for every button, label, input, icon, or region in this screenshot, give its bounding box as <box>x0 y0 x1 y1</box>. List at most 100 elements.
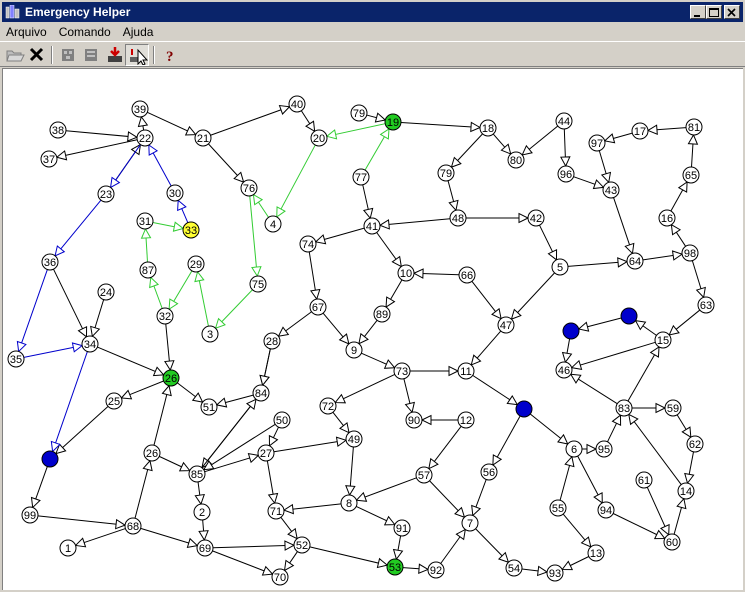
minimize-button[interactable] <box>690 5 706 19</box>
graph-node[interactable]: 55 <box>549 499 567 517</box>
graph-node[interactable]: 77 <box>352 168 370 186</box>
graph-node[interactable]: 69 <box>196 539 214 557</box>
graph-node[interactable]: 71 <box>267 502 285 520</box>
graph-node[interactable]: 64 <box>626 252 644 270</box>
graph-node[interactable]: 33 <box>182 221 200 239</box>
graph-node[interactable]: 36 <box>41 253 59 271</box>
graph-node[interactable]: 84 <box>252 384 270 402</box>
graph-node[interactable]: 99 <box>21 506 39 524</box>
graph-node[interactable]: 43 <box>602 181 620 199</box>
menu-comando[interactable]: Comando <box>53 25 117 39</box>
network-a-icon[interactable] <box>57 45 79 65</box>
menu-ajuda[interactable]: Ajuda <box>117 25 160 39</box>
graph-node[interactable]: 1 <box>59 539 77 557</box>
graph-node[interactable]: 63 <box>697 296 715 314</box>
graph-node[interactable]: 5 <box>551 258 569 276</box>
graph-node[interactable]: 96 <box>557 165 575 183</box>
blue-node[interactable] <box>41 450 59 468</box>
graph-node[interactable]: 75 <box>249 275 267 293</box>
graph-node[interactable]: 95 <box>595 440 613 458</box>
graph-node[interactable]: 30 <box>166 184 184 202</box>
graph-node[interactable]: 87 <box>139 261 157 279</box>
graph-node[interactable]: 47 <box>497 316 515 334</box>
graph-node[interactable]: 93 <box>546 564 564 582</box>
graph-node[interactable]: 20 <box>310 129 328 147</box>
graph-node[interactable]: 15 <box>654 331 672 349</box>
graph-node[interactable]: 11 <box>457 362 475 380</box>
graph-node[interactable]: 21 <box>194 129 212 147</box>
graph-node[interactable]: 42 <box>527 209 545 227</box>
blue-node[interactable] <box>562 322 580 340</box>
close-x-icon[interactable] <box>26 45 48 65</box>
blue-node[interactable] <box>515 400 533 418</box>
graph-node[interactable]: 65 <box>682 166 700 184</box>
blue-node[interactable] <box>620 307 638 325</box>
set-marker-button[interactable] <box>125 44 149 66</box>
graph-node[interactable]: 57 <box>415 466 433 484</box>
graph-node[interactable]: 85 <box>188 465 206 483</box>
close-button[interactable] <box>724 5 740 19</box>
graph-node[interactable]: 79 <box>350 104 368 122</box>
graph-canvas[interactable]: 39 40 79 19 18 44 81 38 22 21 20 17 97 80 37 77 79 96 65 76… <box>2 68 743 590</box>
graph-node[interactable]: 40 <box>288 95 306 113</box>
maximize-button[interactable] <box>706 5 722 19</box>
graph-node[interactable]: 49 <box>345 430 363 448</box>
graph-node[interactable]: 50 <box>273 411 291 429</box>
graph-node[interactable]: 67 <box>309 298 327 316</box>
graph-node[interactable]: 37 <box>40 150 58 168</box>
graph-node[interactable]: 91 <box>393 519 411 537</box>
graph-node[interactable]: 17 <box>631 122 649 140</box>
graph-node[interactable]: 31 <box>136 212 154 230</box>
graph-node[interactable]: 13 <box>587 544 605 562</box>
graph-node[interactable]: 94 <box>597 501 615 519</box>
graph-node[interactable]: 62 <box>686 435 704 453</box>
graph-node[interactable]: 29 <box>187 255 205 273</box>
graph-node[interactable]: 66 <box>458 266 476 284</box>
graph-node[interactable]: 98 <box>681 244 699 262</box>
graph-node[interactable]: 26 <box>143 444 161 462</box>
graph-node[interactable]: 81 <box>685 118 703 136</box>
graph-node[interactable]: 92 <box>427 561 445 579</box>
graph-node[interactable]: 46 <box>555 361 573 379</box>
graph-node[interactable]: 89 <box>373 305 391 323</box>
download-icon[interactable] <box>104 45 126 65</box>
graph-node[interactable]: 44 <box>555 112 573 130</box>
graph-node[interactable]: 56 <box>480 463 498 481</box>
graph-node[interactable]: 83 <box>615 399 633 417</box>
graph-node[interactable]: 2 <box>193 503 211 521</box>
graph-node[interactable]: 60 <box>663 533 681 551</box>
graph-node[interactable]: 68 <box>124 517 142 535</box>
graph-node[interactable]: 12 <box>457 411 475 429</box>
graph-node[interactable]: 76 <box>240 179 258 197</box>
graph-node[interactable]: 80 <box>507 151 525 169</box>
network-b-icon[interactable] <box>80 45 102 65</box>
graph-node[interactable]: 48 <box>449 209 467 227</box>
graph-node[interactable]: 18 <box>479 119 497 137</box>
graph-node[interactable]: 26 <box>162 369 180 387</box>
graph-node[interactable]: 8 <box>340 494 358 512</box>
graph-node[interactable]: 24 <box>97 283 115 301</box>
graph-node[interactable]: 79 <box>437 164 455 182</box>
graph-node[interactable]: 9 <box>345 341 363 359</box>
graph-node[interactable]: 73 <box>393 362 411 380</box>
graph-node[interactable]: 4 <box>264 215 282 233</box>
graph-node[interactable]: 51 <box>200 398 218 416</box>
menu-arquivo[interactable]: Arquivo <box>0 25 53 39</box>
graph-node[interactable]: 23 <box>97 185 115 203</box>
graph-node[interactable]: 41 <box>363 217 381 235</box>
graph-node[interactable]: 90 <box>405 411 423 429</box>
graph-node[interactable]: 35 <box>7 350 25 368</box>
title-bar[interactable]: Emergency Helper <box>2 2 743 22</box>
graph-svg[interactable]: 39 407919 1844 813822 21 201797803777 79 96 6576… <box>3 69 742 589</box>
graph-node[interactable]: 54 <box>505 559 523 577</box>
graph-node[interactable]: 72 <box>319 397 337 415</box>
graph-node[interactable]: 61 <box>635 471 653 489</box>
graph-node[interactable]: 6 <box>565 440 583 458</box>
graph-node[interactable]: 74 <box>299 235 317 253</box>
graph-node[interactable]: 38 <box>49 121 67 139</box>
graph-node[interactable]: 59 <box>664 399 682 417</box>
graph-node[interactable]: 27 <box>257 444 275 462</box>
graph-node[interactable]: 25 <box>105 392 123 410</box>
help-icon[interactable]: ? <box>159 45 181 65</box>
graph-node[interactable]: 7 <box>461 514 479 532</box>
